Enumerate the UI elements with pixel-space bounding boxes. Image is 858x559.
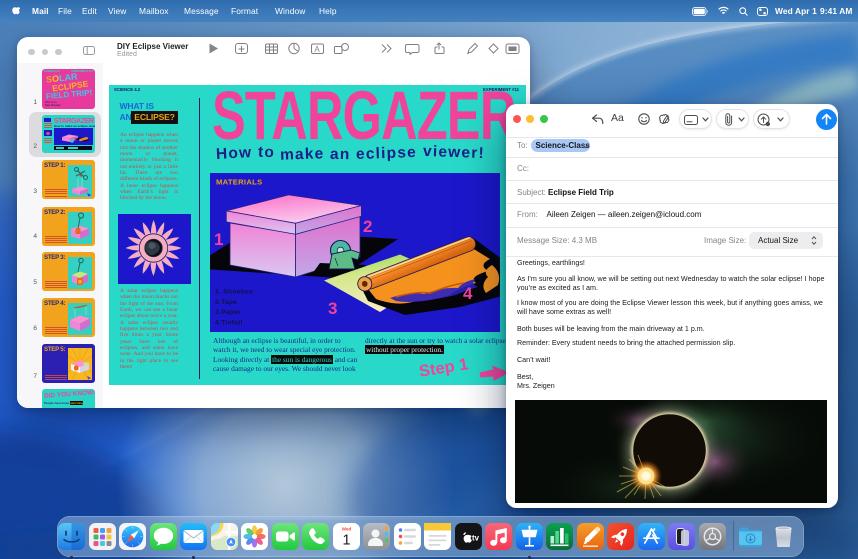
- svg-text:3.Paper: 3.Paper: [215, 309, 241, 316]
- svg-text:A: A: [314, 45, 320, 54]
- svg-text:1. Shoebox: 1. Shoebox: [215, 288, 253, 295]
- svg-text:1: 1: [214, 230, 223, 249]
- svg-text:2: 2: [363, 217, 372, 236]
- svg-text:Wed: Wed: [341, 526, 351, 531]
- svg-text:4.Tinfoil: 4.Tinfoil: [215, 319, 243, 326]
- svg-text:2.Tape: 2.Tape: [215, 299, 237, 306]
- svg-text:4: 4: [463, 284, 473, 303]
- svg-text:tv: tv: [472, 533, 480, 542]
- svg-text:1: 1: [342, 532, 350, 548]
- svg-text:MATERIALS: MATERIALS: [216, 177, 262, 186]
- svg-text:3: 3: [328, 299, 337, 318]
